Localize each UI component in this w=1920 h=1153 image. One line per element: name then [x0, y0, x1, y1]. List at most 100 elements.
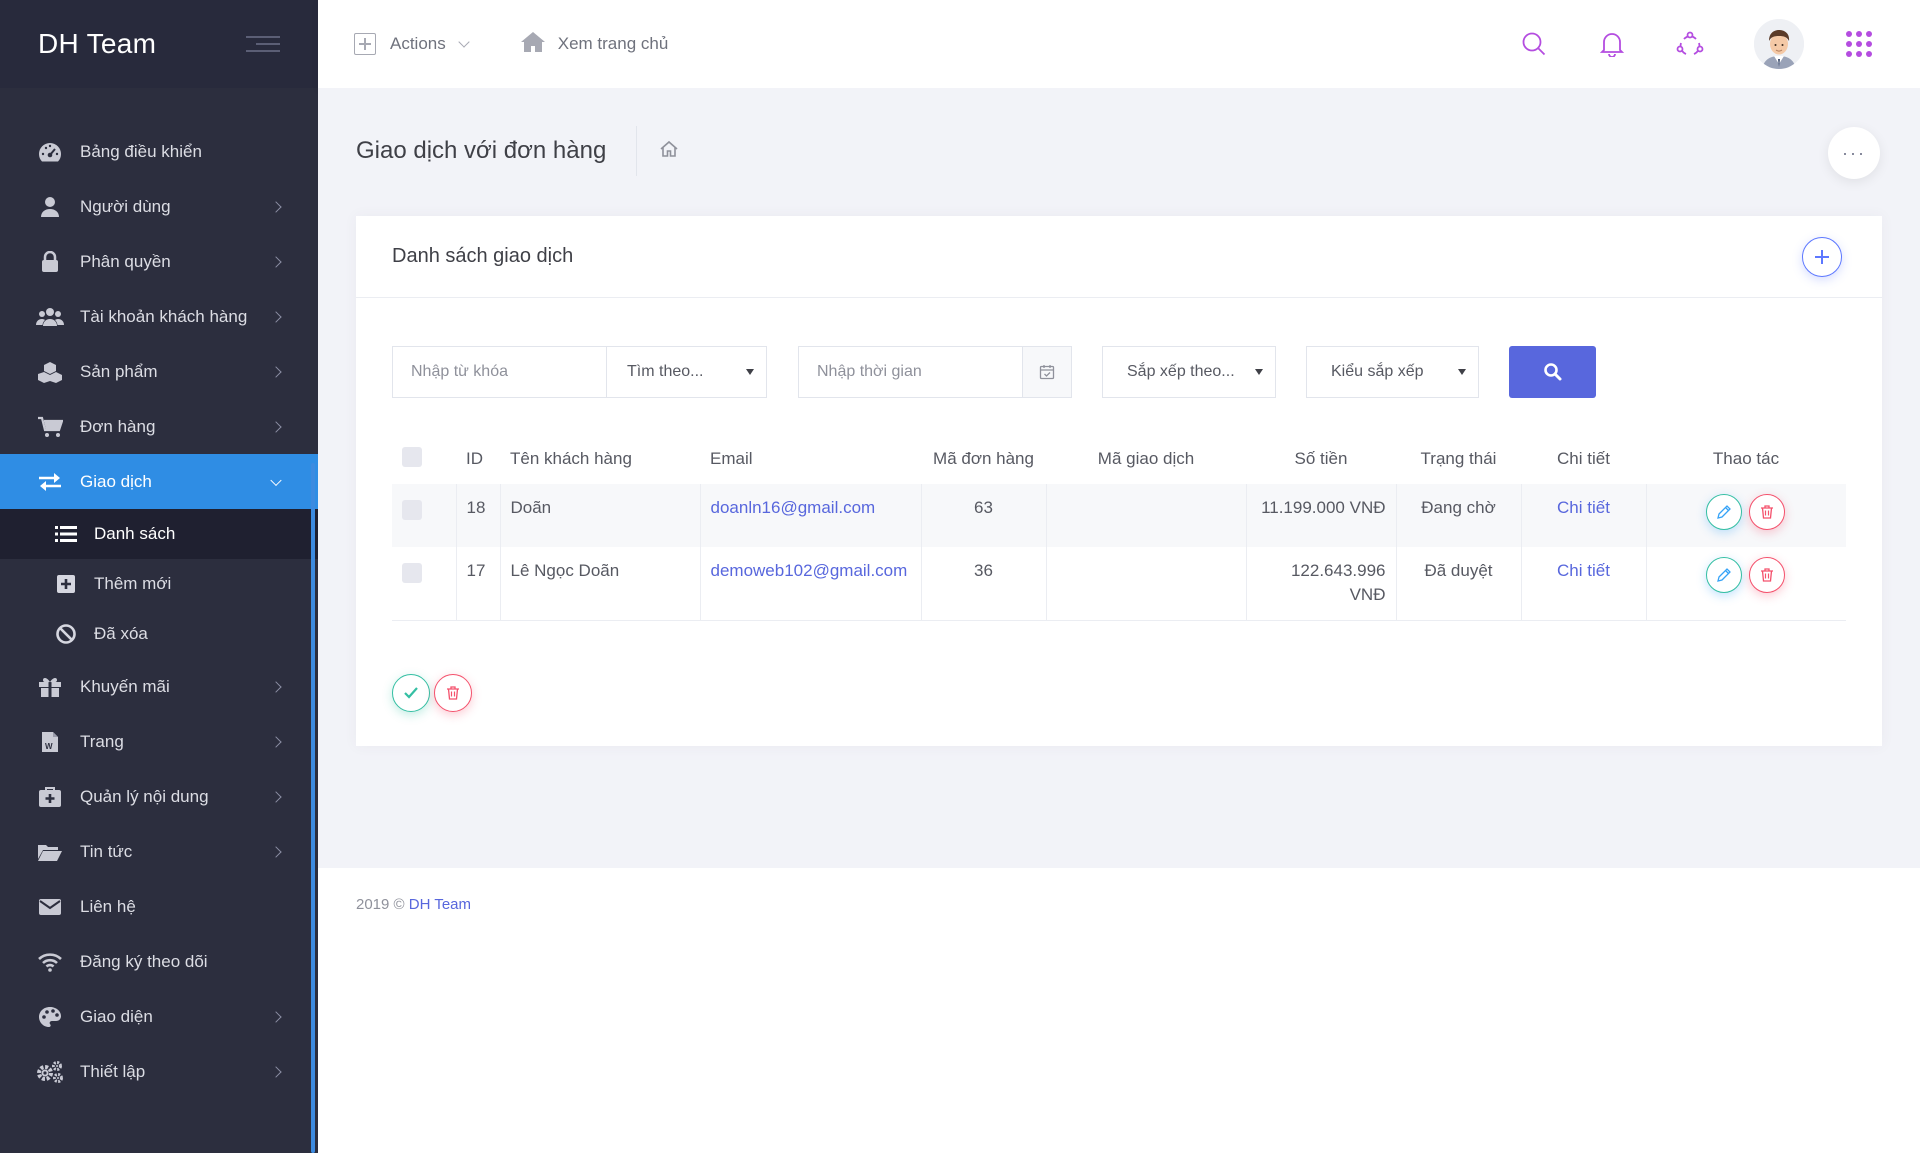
- cell-detail: Chi tiết: [1521, 484, 1647, 547]
- table-row: 18 Doãn doanln16@gmail.com 63 11.199.000…: [392, 484, 1846, 547]
- sidebar-item-users[interactable]: Người dùng: [0, 179, 318, 234]
- edit-button[interactable]: [1705, 494, 1742, 530]
- sort-by-value: Sắp xếp theo...: [1127, 363, 1235, 380]
- bulk-delete-button[interactable]: [434, 674, 472, 712]
- more-options-button[interactable]: ···: [1828, 127, 1880, 179]
- transactions-portlet: Danh sách giao dịch Nhập từ khóa Tìm the…: [356, 216, 1882, 746]
- sidebar-item-dashboard[interactable]: Bảng điều khiển: [0, 124, 318, 179]
- column-header-status[interactable]: Trạng thái: [1396, 434, 1521, 484]
- sidebar-item-orders[interactable]: Đơn hàng: [0, 399, 318, 454]
- email-link[interactable]: doanln16@gmail.com: [711, 498, 876, 517]
- delete-button[interactable]: [1748, 494, 1785, 530]
- time-input[interactable]: Nhập thời gian: [798, 346, 1023, 398]
- chevron-right-icon: [270, 735, 282, 748]
- network-icon[interactable]: [1676, 30, 1704, 58]
- view-homepage-link[interactable]: Xem trang chủ: [520, 31, 669, 58]
- column-header-email[interactable]: Email: [700, 434, 921, 484]
- sidebar-item-contact[interactable]: Liên hệ: [0, 879, 318, 934]
- breadcrumb-home-icon[interactable]: [659, 140, 679, 163]
- chevron-right-icon: [270, 845, 282, 858]
- word-file-icon: W: [36, 728, 64, 756]
- detail-link[interactable]: Chi tiết: [1557, 561, 1610, 580]
- sidebar-menu: Bảng điều khiển Người dùng Phân quyền Tà…: [0, 124, 318, 1099]
- calendar-icon[interactable]: [1022, 346, 1072, 398]
- filter-bar: Nhập từ khóa Tìm theo... Nhập thời gian …: [392, 346, 1846, 398]
- cell-customer: Lê Ngọc Doãn: [500, 547, 701, 621]
- envelope-icon: [36, 893, 64, 921]
- sidebar-item-settings[interactable]: Thiết lập: [0, 1044, 318, 1099]
- search-button[interactable]: [1509, 346, 1596, 398]
- bulk-approve-button[interactable]: [392, 674, 430, 712]
- cogs-icon: [36, 1058, 64, 1086]
- wifi-icon: [36, 948, 64, 976]
- sidebar-item-products[interactable]: Sản phẩm: [0, 344, 318, 399]
- sidebar-toggle-icon[interactable]: [246, 34, 280, 54]
- check-icon: [404, 687, 418, 699]
- edit-button[interactable]: [1705, 557, 1742, 593]
- sidebar-item-label: Tin tức: [80, 841, 133, 861]
- sidebar-item-subscriptions[interactable]: Đăng ký theo dõi: [0, 934, 318, 989]
- notification-bell-icon[interactable]: [1598, 30, 1626, 58]
- ban-icon: [54, 622, 78, 646]
- add-transaction-button[interactable]: [1802, 237, 1842, 277]
- row-checkbox[interactable]: [402, 563, 422, 583]
- sidebar-item-label: Thiết lập: [80, 1061, 146, 1081]
- sidebar-item-customer-accounts[interactable]: Tài khoản khách hàng: [0, 289, 318, 344]
- chevron-right-icon: [270, 1065, 282, 1078]
- column-header-actions: Thao tác: [1712, 449, 1780, 468]
- sidebar-item-label: Giao dịch: [80, 471, 152, 491]
- sort-type-select[interactable]: Kiểu sắp xếp: [1306, 346, 1479, 398]
- actions-menu-button[interactable]: Actions: [354, 33, 470, 55]
- delete-button[interactable]: [1748, 557, 1785, 593]
- sidebar-item-promotions[interactable]: Khuyến mãi: [0, 659, 318, 714]
- submenu-item-deleted[interactable]: Đã xóa: [0, 609, 318, 659]
- detail-link[interactable]: Chi tiết: [1557, 498, 1610, 517]
- transactions-table: ID Tên khách hàng Email Mã đơn hàng Mã g…: [392, 434, 1846, 621]
- sidebar-item-label: Khuyến mãi: [80, 676, 170, 696]
- submenu-item-add-new[interactable]: Thêm mới: [0, 559, 318, 609]
- search-icon[interactable]: [1520, 30, 1548, 58]
- column-header-detail[interactable]: Chi tiết: [1521, 434, 1646, 484]
- sidebar-item-transactions[interactable]: Giao dịch: [0, 454, 318, 509]
- table-row: 17 Lê Ngọc Doãn demoweb102@gmail.com 36 …: [392, 547, 1846, 621]
- sidebar-item-pages[interactable]: W Trang: [0, 714, 318, 769]
- brand-title[interactable]: DH Team: [38, 28, 156, 60]
- sidebar-item-permissions[interactable]: Phân quyền: [0, 234, 318, 289]
- chevron-down-icon: [458, 36, 470, 48]
- lock-icon: [36, 248, 64, 276]
- select-all-checkbox[interactable]: [402, 446, 422, 467]
- chevron-right-icon: [270, 1010, 282, 1023]
- brand-bar: DH Team: [0, 0, 318, 88]
- sidebar-item-content-management[interactable]: Quản lý nội dung: [0, 769, 318, 824]
- table-header-row: ID Tên khách hàng Email Mã đơn hàng Mã g…: [392, 434, 1846, 484]
- sidebar-item-news[interactable]: Tin tức: [0, 824, 318, 879]
- cell-detail: Chi tiết: [1521, 547, 1647, 621]
- column-header-customer[interactable]: Tên khách hàng: [500, 434, 700, 484]
- column-header-amount[interactable]: Số tiền: [1246, 434, 1396, 484]
- column-header-id[interactable]: ID: [456, 434, 500, 484]
- sidebar-item-appearance[interactable]: Giao diện: [0, 989, 318, 1044]
- caret-down-icon: [1458, 369, 1466, 375]
- view-homepage-label: Xem trang chủ: [557, 34, 669, 53]
- cell-transaction-code: [1046, 547, 1247, 621]
- sort-by-select[interactable]: Sắp xếp theo...: [1102, 346, 1276, 398]
- email-link[interactable]: demoweb102@gmail.com: [711, 561, 908, 580]
- sidebar-item-label: Liên hệ: [80, 896, 136, 916]
- submenu-item-list[interactable]: Danh sách: [0, 509, 318, 559]
- submenu-item-label: Danh sách: [94, 524, 176, 543]
- column-header-order-code[interactable]: Mã đơn hàng: [921, 434, 1046, 484]
- apps-grid-icon[interactable]: [1846, 31, 1872, 57]
- caret-down-icon: [746, 369, 754, 375]
- chevron-right-icon: [270, 680, 282, 693]
- bulk-actions: [392, 674, 476, 712]
- user-avatar[interactable]: [1754, 19, 1804, 69]
- trash-icon: [1760, 505, 1773, 519]
- column-header-transaction-code[interactable]: Mã giao dịch: [1046, 434, 1246, 484]
- select-all-cell: [392, 434, 456, 484]
- sidebar-scrollbar[interactable]: [311, 463, 315, 1153]
- search-by-select[interactable]: Tìm theo...: [606, 346, 767, 398]
- row-checkbox[interactable]: [402, 500, 422, 520]
- footer-brand-link[interactable]: DH Team: [409, 896, 471, 913]
- keyword-input[interactable]: Nhập từ khóa: [392, 346, 607, 398]
- chevron-right-icon: [270, 200, 282, 213]
